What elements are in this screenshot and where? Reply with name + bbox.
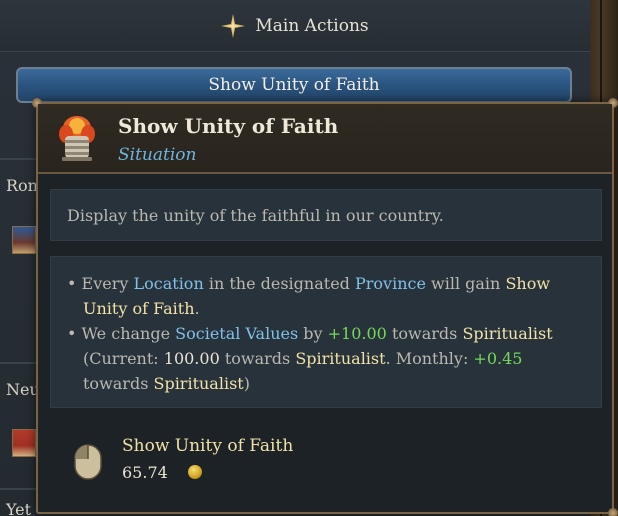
effect-text: .	[194, 299, 200, 318]
tooltip-effects: • Every Location in the designated Provi…	[50, 256, 602, 408]
effect-text: . Monthly:	[385, 349, 474, 368]
show-unity-of-faith-button[interactable]: Show Unity of Faith	[16, 67, 572, 103]
location-link[interactable]: Location	[134, 274, 204, 293]
effect-text: (Current:	[83, 349, 164, 368]
bullet: •	[67, 324, 77, 343]
cost-value: 65.74	[122, 463, 168, 482]
tooltip-header: Show Unity of Faith Situation	[38, 104, 612, 174]
societal-values-link[interactable]: Societal Values	[175, 324, 298, 343]
effect-text: by	[298, 324, 328, 343]
show-unity-of-faith-button-label: Show Unity of Faith	[208, 75, 380, 95]
side-label-2[interactable]: Neu	[6, 380, 40, 399]
tooltip-description: Display the unity of the faithful in our…	[50, 189, 602, 241]
main-actions-header: Main Actions	[0, 0, 590, 52]
change-value: +10.00	[327, 324, 387, 343]
effect-text: towards	[219, 349, 296, 368]
side-divider	[0, 158, 40, 160]
effect-text: towards	[386, 324, 463, 343]
target-value: Spiritualist	[295, 349, 386, 368]
situation-tooltip: Show Unity of Faith Situation Display th…	[32, 98, 618, 516]
side-flag-icon[interactable]	[12, 226, 36, 254]
province-link[interactable]: Province	[355, 274, 426, 293]
side-label-1[interactable]: Ron	[6, 176, 38, 195]
effect-text: will gain	[425, 274, 506, 293]
effect-text: )	[243, 374, 250, 393]
target-value: Spiritualist	[462, 324, 553, 343]
effect-text: in the designated	[203, 274, 355, 293]
side-divider	[0, 362, 40, 364]
situation-incense-icon	[52, 114, 102, 164]
main-actions-title: Main Actions	[255, 15, 369, 36]
description-text: Display the unity of the faithful in our…	[67, 205, 444, 225]
effect-text: Every	[81, 274, 134, 293]
monthly-value: +0.45	[473, 349, 523, 368]
side-divider	[0, 488, 40, 490]
effect-line-2: • We change Societal Values by +10.00 to…	[67, 321, 585, 396]
tooltip-subtitle: Situation	[118, 145, 197, 165]
tooltip-corner	[608, 508, 618, 516]
effect-line-1: • Every Location in the designated Provi…	[67, 271, 585, 321]
current-value: 100.00	[163, 349, 220, 368]
side-flag-icon[interactable]	[12, 429, 36, 457]
compass-star-icon	[221, 13, 246, 38]
effect-text: towards	[83, 374, 154, 393]
gold-coin-icon	[188, 465, 202, 479]
tooltip-title: Show Unity of Faith	[118, 114, 339, 138]
target-value: Spiritualist	[153, 374, 244, 393]
mouse-left-click-icon	[74, 444, 102, 480]
side-label-3[interactable]: Yet	[6, 500, 31, 516]
bullet: •	[67, 274, 77, 293]
tooltip-cost: Show Unity of Faith 65.74	[50, 422, 602, 502]
effect-text: We change	[81, 324, 176, 343]
cost-title: Show Unity of Faith	[122, 436, 294, 456]
